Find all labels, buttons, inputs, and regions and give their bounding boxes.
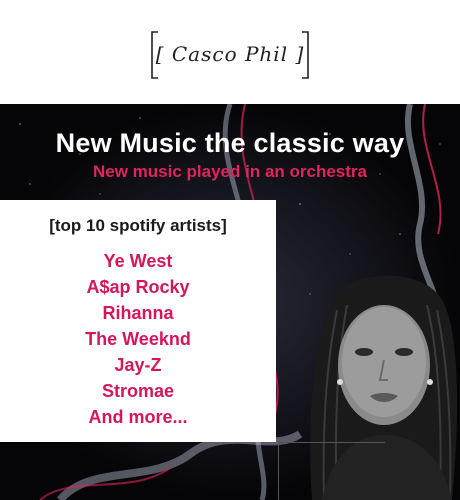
card-heading: [top 10 spotify artists]	[49, 216, 227, 235]
photo-frame-line	[278, 442, 385, 500]
list-item: Jay-Z	[114, 355, 162, 375]
artist-list: Ye West A$ap Rocky Rihanna The Weeknd Ja…	[0, 248, 276, 430]
list-item: And more...	[88, 407, 188, 427]
hero-title: New Music the classic way	[55, 128, 405, 158]
site-header: [ Casco Phil ]	[0, 0, 460, 104]
logo-text: [ Casco Phil ]	[155, 42, 305, 66]
list-item: Rihanna	[102, 303, 174, 323]
list-item: Stromae	[101, 381, 175, 401]
list-item: Ye West	[103, 251, 173, 271]
list-item: The Weeknd	[85, 329, 191, 349]
artists-card: [top 10 spotify artists] Ye West A$ap Ro…	[0, 200, 276, 442]
page: [ Casco Phil ] New Music the classic way…	[0, 0, 460, 500]
list-item: A$ap Rocky	[86, 277, 190, 297]
casco-phil-logo-icon[interactable]: [ Casco Phil ]	[150, 30, 310, 80]
hero-subtitle: New music played in an orchestra	[93, 162, 367, 181]
